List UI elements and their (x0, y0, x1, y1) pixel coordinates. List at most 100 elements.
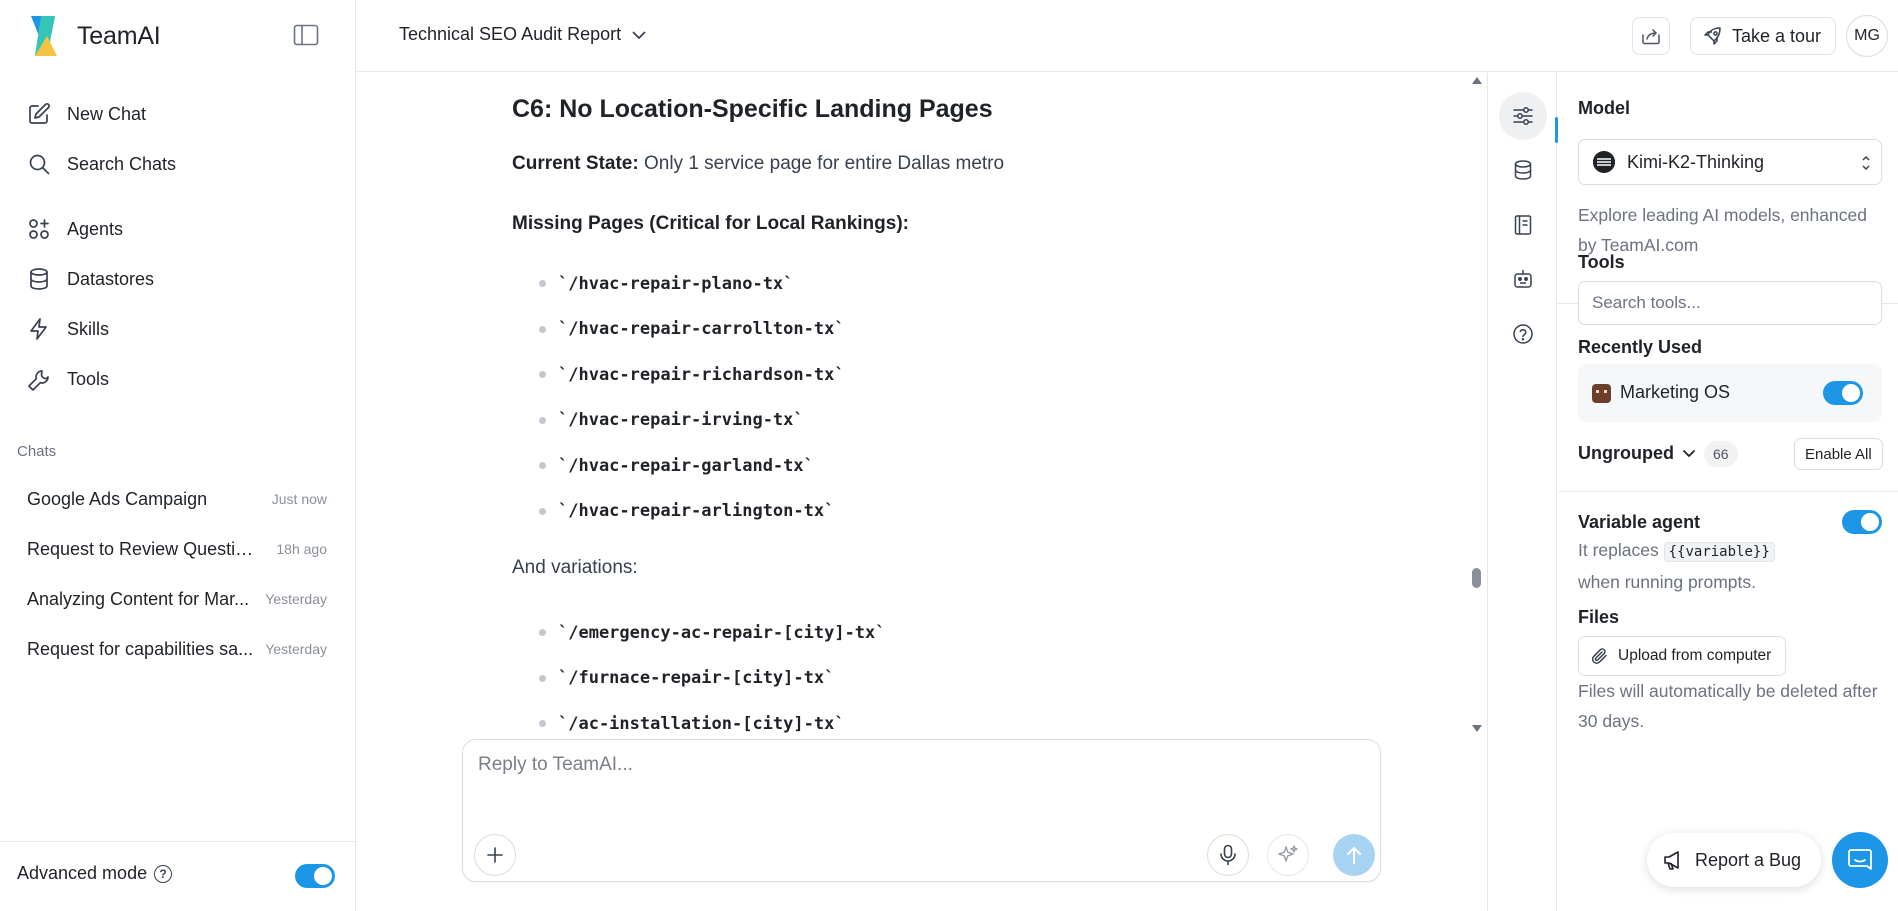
share-button[interactable] (1632, 17, 1670, 55)
list-item: `/hvac-repair-plano-tx` (539, 261, 845, 307)
nav-label: Skills (67, 318, 110, 339)
variable-agent-label: Variable agent (1578, 512, 1701, 532)
chat-list-item[interactable]: Google Ads Campaign Just now (27, 484, 327, 514)
collapse-sidebar-button[interactable] (293, 24, 319, 46)
chat-main: C6: No Location-Specific Landing Pages C… (357, 73, 1486, 911)
advanced-mode-text: Advanced mode (17, 863, 148, 883)
megaphone-icon (1664, 851, 1679, 870)
enable-all-button[interactable]: Enable All (1794, 438, 1883, 470)
user-avatar[interactable]: MG (1846, 15, 1888, 57)
variable-agent-description: It replaces {{variable}} when running pr… (1578, 535, 1878, 597)
chat-list-item[interactable]: Request for capabilities sa... Yesterday (27, 634, 327, 664)
nav-label: Agents (67, 218, 124, 239)
sliders-icon (1513, 107, 1533, 125)
voice-input-button[interactable] (1207, 834, 1249, 876)
tools-search-input[interactable] (1578, 281, 1882, 325)
nav-new-chat[interactable]: New Chat (27, 97, 146, 131)
book-icon (1514, 215, 1532, 235)
scroll-up-arrow-icon[interactable] (1472, 77, 1482, 84)
toggle-knob (1861, 513, 1879, 531)
database-icon (1514, 160, 1532, 180)
support-chat-button[interactable] (1832, 832, 1888, 888)
list-item: `/hvac-repair-garland-tx` (539, 443, 845, 489)
chat-scrollbar[interactable] (1470, 73, 1484, 743)
toggle-knob (1842, 384, 1860, 402)
enhance-prompt-button[interactable] (1267, 834, 1309, 876)
nav-label: New Chat (67, 103, 147, 124)
nav-agents[interactable]: Agents (27, 212, 123, 246)
missing-pages-list: `/hvac-repair-plano-tx` `/hvac-repair-ca… (539, 261, 845, 534)
chat-list-item[interactable]: Request to Review Question... 18h ago (27, 534, 327, 564)
help-circle-icon (1513, 324, 1533, 344)
nav-tools[interactable]: Tools (27, 362, 109, 396)
chevron-down-icon (632, 30, 646, 39)
search-icon (29, 154, 50, 175)
database-icon (30, 268, 48, 290)
sidebar-panel-icon (293, 24, 319, 46)
advanced-mode-toggle[interactable] (295, 864, 335, 888)
report-bug-button[interactable]: Report a Bug (1647, 833, 1822, 887)
model-description: Explore leading AI models, enhanced by T… (1578, 205, 1867, 255)
ungrouped-count-badge: 66 (1704, 441, 1738, 467)
variable-agent-toggle[interactable] (1842, 510, 1882, 534)
rail-prompts-button[interactable] (1499, 201, 1547, 249)
attach-button[interactable] (474, 834, 516, 876)
variations-label: And variations: (512, 557, 638, 578)
sidebar: TeamAI New Chat Search Chats Agents Data… (0, 0, 356, 911)
list-item: `/hvac-repair-carrollton-tx` (539, 307, 845, 353)
rail-help-button[interactable] (1499, 310, 1547, 358)
robot-icon (1514, 270, 1532, 288)
nav-label: Search Chats (67, 153, 177, 174)
chat-title: Request to Review Question... (27, 538, 257, 559)
paperclip-icon (1591, 648, 1607, 664)
rail-agents-button[interactable] (1499, 255, 1547, 303)
reply-composer (462, 739, 1381, 882)
nav-label: Tools (67, 368, 110, 389)
advanced-mode-label: Advanced mode ? (17, 863, 173, 884)
report-bug-label: Report a Bug (1695, 849, 1802, 870)
chat-title: Google Ads Campaign (27, 488, 208, 509)
nav-skills[interactable]: Skills (27, 312, 109, 346)
scrollbar-thumb[interactable] (1472, 568, 1481, 588)
divider (1558, 491, 1898, 492)
toggle-knob (314, 867, 332, 885)
list-item: `/emergency-ac-repair-[city]-tx` (539, 610, 886, 656)
send-button[interactable] (1333, 834, 1375, 876)
plus-icon (487, 847, 503, 863)
variations-list: `/emergency-ac-repair-[city]-tx` `/furna… (539, 610, 886, 747)
chat-time: 18h ago (276, 541, 327, 557)
rail-settings-button[interactable] (1499, 92, 1547, 140)
sidebar-footer: Advanced mode ? (0, 841, 356, 911)
chat-list-item[interactable]: Analyzing Content for Mar... Yesterday (27, 584, 327, 614)
missing-pages-heading: Missing Pages (Critical for Local Rankin… (512, 213, 909, 234)
nav-label: Datastores (67, 268, 155, 289)
list-item: `/hvac-repair-richardson-tx` (539, 352, 845, 398)
current-state-label: Current State: (512, 153, 639, 174)
marketing-os-toggle[interactable] (1823, 381, 1863, 405)
recent-tool-card[interactable]: Marketing OS (1578, 364, 1882, 422)
lightning-icon (30, 318, 47, 340)
variable-desc-post: when running prompts. (1578, 572, 1757, 592)
nav-datastores[interactable]: Datastores (27, 262, 154, 296)
model-label: Model (1578, 98, 1630, 118)
wrench-icon (28, 370, 49, 391)
reply-input[interactable] (478, 754, 1358, 776)
agents-icon (29, 219, 49, 239)
rail-datastores-button[interactable] (1499, 146, 1547, 194)
model-select[interactable]: Kimi-K2-Thinking (1578, 139, 1882, 185)
help-icon[interactable]: ? (154, 864, 173, 883)
marketing-os-icon (1592, 384, 1611, 403)
take-tour-button[interactable]: Take a tour (1690, 17, 1837, 55)
teamai-logo-icon (31, 16, 57, 56)
ungrouped-dropdown[interactable]: Ungrouped (1578, 443, 1696, 464)
upload-label: Upload from computer (1618, 647, 1772, 664)
files-note: Files will automatically be deleted afte… (1578, 681, 1878, 731)
nav-search-chats[interactable]: Search Chats (27, 147, 176, 181)
chevron-down-icon (1682, 449, 1696, 458)
chat-title-dropdown[interactable]: Technical SEO Audit Report (399, 24, 647, 45)
brand[interactable]: TeamAI (27, 14, 161, 58)
list-item: `/hvac-repair-irving-tx` (539, 398, 845, 444)
rocket-icon (1704, 27, 1721, 45)
scroll-down-arrow-icon[interactable] (1472, 725, 1482, 732)
upload-from-computer-button[interactable]: Upload from computer (1578, 636, 1787, 676)
